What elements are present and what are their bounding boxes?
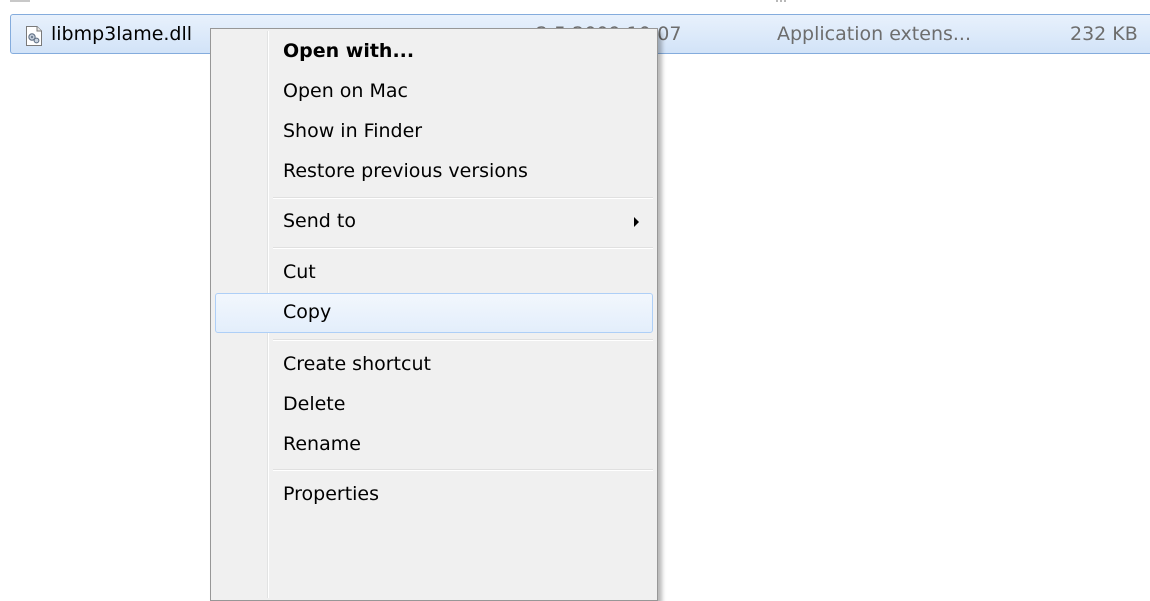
file-name: libmp3lame.dll: [51, 23, 193, 45]
menu-item-create-shortcut[interactable]: Create shortcut: [215, 345, 653, 385]
menu-item-restore-previous-versions[interactable]: Restore previous versions: [215, 152, 653, 192]
chevron-right-icon: [634, 217, 639, 227]
menu-separator: [273, 197, 653, 198]
menu-item-send-to[interactable]: Send to: [215, 202, 653, 242]
menu-item-open-on-mac[interactable]: Open on Mac: [215, 72, 653, 112]
menu-item-open-with[interactable]: Open with...: [215, 32, 653, 72]
context-menu: Open with... Open on Mac Show in Finder …: [210, 28, 658, 601]
menu-separator: [273, 469, 653, 470]
menu-item-label: Delete: [283, 393, 346, 415]
menu-item-cut[interactable]: Cut: [215, 253, 653, 293]
menu-item-properties[interactable]: Properties: [215, 475, 653, 515]
menu-item-label: Open on Mac: [283, 80, 408, 102]
menu-item-rename[interactable]: Rename: [215, 425, 653, 465]
menu-item-label: Send to: [283, 210, 356, 232]
menu-item-label: Show in Finder: [283, 120, 423, 142]
menu-item-label: Open with...: [283, 40, 415, 62]
explorer-window: libmp3lame.dll 2.5.2009 10:07 Applicatio…: [0, 0, 1150, 601]
previous-row-remnant: [10, 0, 30, 2]
menu-item-show-in-finder[interactable]: Show in Finder: [215, 112, 653, 152]
menu-item-label: Cut: [283, 261, 316, 283]
menu-separator: [273, 247, 653, 248]
file-type: Application extens...: [777, 23, 971, 45]
menu-item-delete[interactable]: Delete: [215, 385, 653, 425]
dll-file-icon: [25, 26, 43, 46]
menu-item-label: Copy: [283, 301, 332, 323]
previous-row-remnant: [776, 0, 786, 5]
menu-separator: [273, 339, 653, 340]
menu-item-label: Restore previous versions: [283, 160, 528, 182]
menu-item-label: Properties: [283, 483, 380, 505]
menu-item-label: Rename: [283, 433, 361, 455]
menu-item-copy[interactable]: Copy: [215, 293, 653, 333]
file-size: 232 KB: [1070, 23, 1138, 45]
menu-item-label: Create shortcut: [283, 353, 431, 375]
